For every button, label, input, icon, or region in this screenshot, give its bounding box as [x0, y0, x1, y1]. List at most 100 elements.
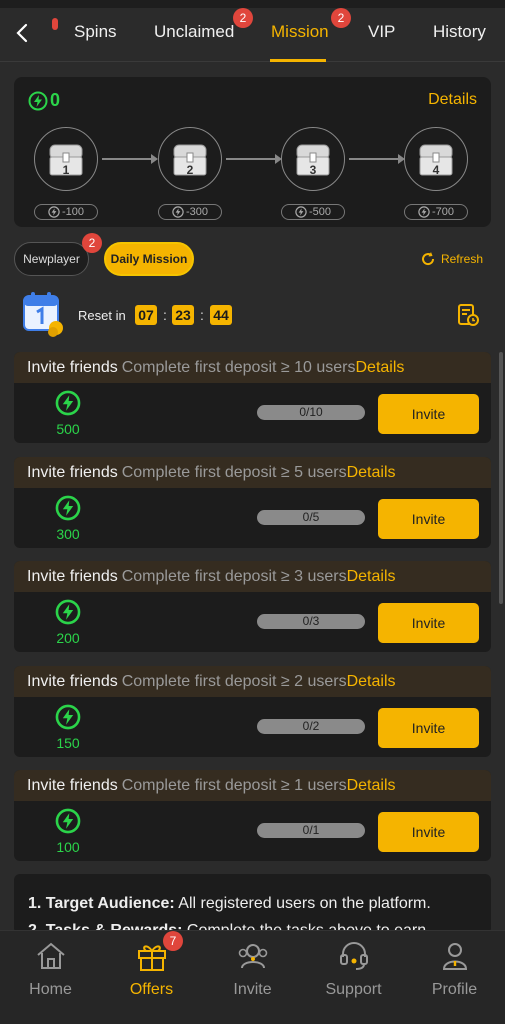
details-link[interactable]: Details [428, 91, 477, 109]
timer-separator: : [200, 307, 204, 323]
arrow-right-icon [102, 154, 158, 164]
mission-details-link[interactable]: Details [347, 464, 396, 481]
mission-details-link[interactable]: Details [356, 359, 405, 376]
nav-profile[interactable]: Profile [404, 931, 505, 1024]
refresh-button[interactable]: Refresh [419, 250, 483, 268]
chest-number: 3 [309, 163, 317, 177]
tab-mission[interactable]: Mission [271, 22, 329, 42]
refresh-icon [422, 252, 434, 266]
mission-details-link[interactable]: Details [347, 777, 396, 794]
tab-active-underline [270, 59, 326, 62]
treasure-chest-icon: 4 [414, 137, 458, 181]
refresh-label: Refresh [440, 252, 483, 266]
nav-label: Support [325, 981, 382, 998]
chest-progress-panel: 0 Details 1 2 3 4 -100 -300 -500 -700 [14, 77, 491, 227]
chest-number: 4 [432, 163, 440, 177]
nav-label: Profile [431, 981, 478, 998]
chest-3[interactable]: 3 [281, 127, 345, 191]
reward-value: 100 [56, 839, 80, 855]
chest-2[interactable]: 2 [158, 127, 222, 191]
mission-description: Complete first deposit ≥ 3 users [121, 568, 347, 585]
filter-daily-mission[interactable]: Daily Mission [104, 242, 194, 276]
invite-button[interactable]: Invite [378, 394, 479, 434]
arrow-right-icon [226, 154, 282, 164]
chest-1[interactable]: 1 [34, 127, 98, 191]
treasure-chest-icon: 2 [168, 137, 212, 181]
invite-button[interactable]: Invite [378, 812, 479, 852]
lightning-icon [172, 206, 184, 218]
lightning-icon [54, 808, 82, 839]
home-icon [34, 939, 68, 973]
nav-home[interactable]: Home [0, 931, 101, 1024]
mission-header: Invite friends Complete first deposit ≥ 1… [14, 770, 491, 801]
mission-card: Invite friends Complete first deposit ≥ 3… [14, 561, 491, 652]
invite-button[interactable]: Invite [378, 603, 479, 643]
reward-value: 300 [56, 526, 80, 542]
mission-description: Complete first deposit ≥ 1 users [121, 777, 347, 794]
headset-icon [337, 939, 371, 973]
mission-card: Invite friends Complete first deposit ≥ 2… [14, 666, 491, 757]
chest-cost: -300 [158, 204, 222, 220]
timer-hours: 07 [135, 305, 157, 325]
invite-button[interactable]: Invite [378, 708, 479, 748]
lightning-icon [54, 599, 82, 630]
mission-title: Invite friends [27, 568, 118, 585]
chest-cost-value: -500 [308, 206, 332, 218]
nav-invite[interactable]: Invite [202, 931, 303, 1024]
bottom-nav: Home 7 Offers Invite Support Profile [0, 930, 505, 1024]
invite-button[interactable]: Invite [378, 499, 479, 539]
invite-users-icon [236, 939, 270, 973]
timer-seconds: 44 [210, 305, 232, 325]
progress-bar: 0/1 [257, 823, 365, 838]
nav-support[interactable]: Support [303, 931, 404, 1024]
back-icon[interactable] [10, 20, 36, 46]
tab-scroll-indicator [52, 18, 58, 30]
mission-description: Complete first deposit ≥ 2 users [121, 673, 347, 690]
points-value: 0 [50, 90, 61, 110]
mission-header: Invite friends Complete first deposit ≥ 2… [14, 666, 491, 697]
treasure-chest-icon: 3 [291, 137, 335, 181]
mission-header: Invite friends Complete first deposit ≥ 5… [14, 457, 491, 488]
lightning-icon [28, 91, 48, 110]
mission-title: Invite friends [27, 464, 118, 481]
scrollbar[interactable] [499, 352, 503, 604]
progress-bar: 0/10 [257, 405, 365, 420]
nav-label: Invite [233, 981, 272, 998]
chest-cost-value: -100 [61, 206, 85, 218]
offers-badge: 7 [163, 931, 183, 951]
progress-bar: 0/5 [257, 510, 365, 525]
reset-timer-row: Reset in 07 : 23 : 44 [20, 290, 490, 340]
progress-bar: 0/2 [257, 719, 365, 734]
nav-offers[interactable]: 7 Offers [101, 931, 202, 1024]
tab-vip[interactable]: VIP [368, 22, 395, 42]
chest-number: 1 [62, 163, 70, 177]
mission-details-link[interactable]: Details [347, 568, 396, 585]
filter-newplayer[interactable]: Newplayer [14, 242, 89, 276]
nav-label: Offers [129, 981, 174, 998]
chest-4[interactable]: 4 [404, 127, 468, 191]
lightning-icon [54, 495, 82, 526]
rules-panel: 1. Target Audience: All registered users… [14, 874, 491, 934]
mission-description: Complete first deposit ≥ 10 users [121, 359, 356, 376]
history-record-icon[interactable] [456, 303, 480, 327]
tab-unclaimed[interactable]: Unclaimed [154, 22, 234, 42]
reset-label: Reset in [78, 308, 126, 323]
progress-bar: 0/3 [257, 614, 365, 629]
mission-header: Invite friends Complete first deposit ≥ 1… [14, 352, 491, 383]
mission-title: Invite friends [27, 359, 118, 376]
chest-cost-value: -700 [431, 206, 455, 218]
lightning-icon [295, 206, 307, 218]
mission-card: Invite friends Complete first deposit ≥ 1… [14, 770, 491, 861]
lightning-icon [418, 206, 430, 218]
mission-card: Invite friends Complete first deposit ≥ 1… [14, 352, 491, 443]
rule-heading: 1. Target Audience: [28, 895, 175, 912]
mission-details-link[interactable]: Details [347, 673, 396, 690]
reward-value: 150 [56, 735, 80, 751]
lightning-icon [54, 390, 82, 421]
reward-value: 200 [56, 630, 80, 646]
timer-separator: : [163, 307, 167, 323]
tab-history[interactable]: History [433, 22, 486, 42]
tab-spins[interactable]: Spins [74, 22, 117, 42]
mission-badge: 2 [331, 8, 351, 28]
lightning-icon [48, 206, 60, 218]
